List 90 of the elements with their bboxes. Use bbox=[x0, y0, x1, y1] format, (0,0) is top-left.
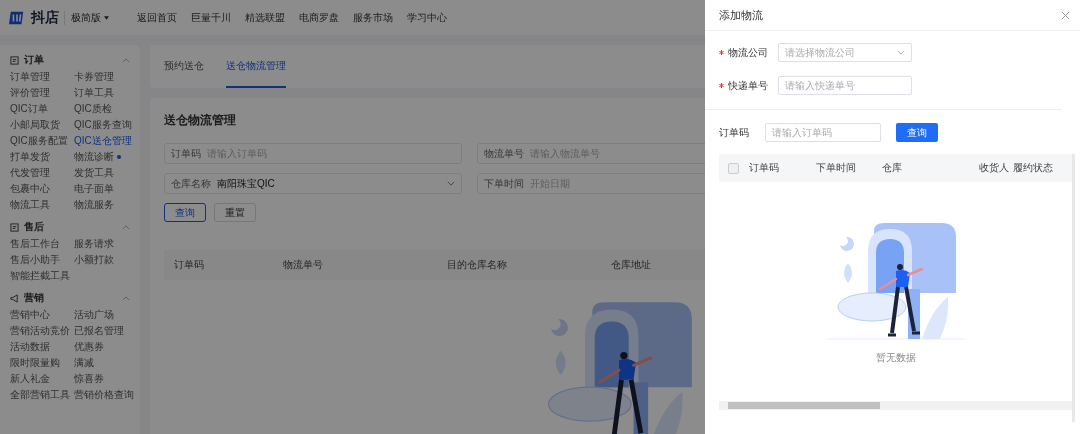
group-title: 营销 bbox=[24, 291, 45, 305]
document-icon bbox=[10, 222, 19, 232]
nav-link[interactable]: 电商罗盘 bbox=[299, 10, 339, 25]
tab[interactable]: 送仓物流管理 bbox=[226, 45, 286, 88]
nav-link[interactable]: 返回首页 bbox=[137, 10, 177, 25]
logo-text: 抖店 bbox=[31, 8, 59, 27]
checkbox[interactable] bbox=[728, 162, 739, 174]
sidebar-item[interactable]: 订单管理 bbox=[10, 69, 74, 84]
sidebar-item[interactable]: 满减 bbox=[74, 355, 138, 370]
megaphone-icon bbox=[10, 293, 19, 303]
sidebar-item[interactable]: 新人礼金 bbox=[10, 371, 74, 386]
input-field[interactable]: 请输入快递单号 bbox=[785, 80, 905, 91]
document-icon bbox=[10, 55, 19, 65]
filter-box[interactable]: 仓库名称 南阳珠宝QIC bbox=[164, 173, 462, 194]
sidebar-item[interactable]: 营销活动竞价 bbox=[10, 323, 74, 338]
page-title: 送仓物流管理 bbox=[164, 112, 236, 129]
column-header: 履约状态 bbox=[1012, 161, 1054, 175]
field-label: 物流单号 bbox=[484, 146, 524, 161]
reset-button[interactable]: 重置 bbox=[214, 203, 256, 222]
column-header: 仓库 bbox=[881, 161, 903, 175]
sidebar-item[interactable]: 物流工具 bbox=[10, 197, 74, 212]
sidebar-item[interactable]: 小额打款 bbox=[74, 252, 138, 267]
sidebar-item[interactable]: QIC送仓管理 bbox=[74, 133, 138, 148]
drawer-title: 添加物流 bbox=[719, 7, 763, 23]
group-title: 订单 bbox=[24, 53, 45, 67]
select-value[interactable]: 南阳珠宝QIC bbox=[217, 176, 441, 191]
sidebar-item[interactable]: 售后工作台 bbox=[10, 236, 74, 251]
column-header: 目的仓库名称 bbox=[447, 258, 508, 272]
field-box[interactable]: 请选择物流公司 bbox=[778, 43, 912, 62]
sidebar-item[interactable]: 订单工具 bbox=[74, 85, 138, 100]
sidebar-item[interactable]: 活动广场 bbox=[74, 307, 138, 322]
sidebar-item[interactable]: 物流诊断 bbox=[74, 149, 138, 164]
tab[interactable]: 预约送仓 bbox=[164, 45, 204, 88]
column-header: 物流单号 bbox=[283, 258, 324, 272]
chevron-icon[interactable] bbox=[122, 224, 130, 230]
sidebar-item[interactable]: 已报名管理 bbox=[74, 323, 138, 338]
field-label: 订单码 bbox=[719, 125, 749, 140]
column-header: 仓库地址 bbox=[611, 258, 652, 272]
chevron-icon[interactable] bbox=[122, 295, 130, 301]
column-header: 订单码 bbox=[748, 161, 780, 175]
horizontal-scrollbar[interactable] bbox=[719, 401, 1072, 410]
sidebar-item[interactable]: 全部营销工具 bbox=[10, 387, 74, 402]
sidebar-item[interactable]: 活动数据 bbox=[10, 339, 74, 354]
group-title: 售后 bbox=[24, 220, 45, 234]
field-label: 物流公司 bbox=[728, 45, 769, 60]
sidebar-item[interactable]: 卡券管理 bbox=[74, 69, 138, 84]
sidebar-item[interactable]: 打单发货 bbox=[10, 149, 74, 164]
sidebar-item[interactable]: 智能拦截工具 bbox=[10, 268, 74, 283]
field-box[interactable]: 请输入快递单号 bbox=[778, 76, 912, 95]
sidebar-item[interactable]: 发货工具 bbox=[74, 165, 138, 180]
sidebar-item[interactable]: QIC服务配置 bbox=[10, 133, 74, 148]
column-header: 收货人 bbox=[978, 161, 1010, 175]
sidebar-item[interactable]: 优惠券 bbox=[74, 339, 138, 354]
sidebar-item[interactable]: 惊喜券 bbox=[74, 371, 138, 386]
sidebar-item[interactable]: 代发管理 bbox=[10, 165, 74, 180]
sidebar-item[interactable]: 电子面单 bbox=[74, 181, 138, 196]
search-button[interactable]: 查询 bbox=[164, 203, 206, 222]
nav-link[interactable]: 学习中心 bbox=[407, 10, 447, 25]
nav-link[interactable]: 巨量千川 bbox=[191, 10, 231, 25]
sidebar-item[interactable]: 限时限量购 bbox=[10, 355, 74, 370]
sidebar-item[interactable]: QIC质检 bbox=[74, 101, 138, 116]
edition-dropdown[interactable]: 极简版 bbox=[64, 10, 109, 25]
column-header: 订单码 bbox=[174, 258, 205, 272]
search-button[interactable]: 查询 bbox=[896, 123, 938, 142]
column-header: 下单时间 bbox=[816, 161, 858, 175]
logo-icon bbox=[8, 9, 26, 26]
chevron-down-icon[interactable] bbox=[897, 50, 905, 55]
sidebar-item[interactable]: 营销价格查询 bbox=[74, 387, 138, 402]
sidebar-item[interactable]: 包裹中心 bbox=[10, 181, 74, 196]
field-label: 下单时间 bbox=[484, 176, 524, 191]
input-field[interactable]: 请输入订单码 bbox=[765, 123, 881, 142]
chevron-down-icon[interactable] bbox=[447, 181, 455, 186]
nav-link[interactable]: 服务市场 bbox=[353, 10, 393, 25]
sidebar-item[interactable]: QIC订单 bbox=[10, 101, 74, 116]
nav-link[interactable]: 精选联盟 bbox=[245, 10, 285, 25]
close-icon[interactable] bbox=[1061, 10, 1070, 20]
sidebar-item[interactable]: 服务请求 bbox=[74, 236, 138, 251]
sidebar-item[interactable]: 物流服务 bbox=[74, 197, 138, 212]
chevron-icon[interactable] bbox=[122, 57, 130, 63]
sidebar-item[interactable]: 营销中心 bbox=[10, 307, 74, 322]
field-label: 仓库名称 bbox=[171, 176, 211, 191]
caret-icon[interactable] bbox=[104, 15, 109, 20]
field-label: 快递单号 bbox=[728, 78, 769, 93]
select-field[interactable]: 请选择物流公司 bbox=[785, 47, 893, 58]
sidebar-item[interactable]: 评价管理 bbox=[10, 85, 74, 100]
sidebar-item[interactable]: QIC服务查询 bbox=[74, 117, 138, 132]
field-label: 订单码 bbox=[171, 146, 201, 161]
sidebar-item[interactable]: 小邮局取货 bbox=[10, 117, 74, 132]
sidebar-item[interactable]: 售后小助手 bbox=[10, 252, 74, 267]
empty-message: 暂无数据 bbox=[875, 350, 916, 365]
